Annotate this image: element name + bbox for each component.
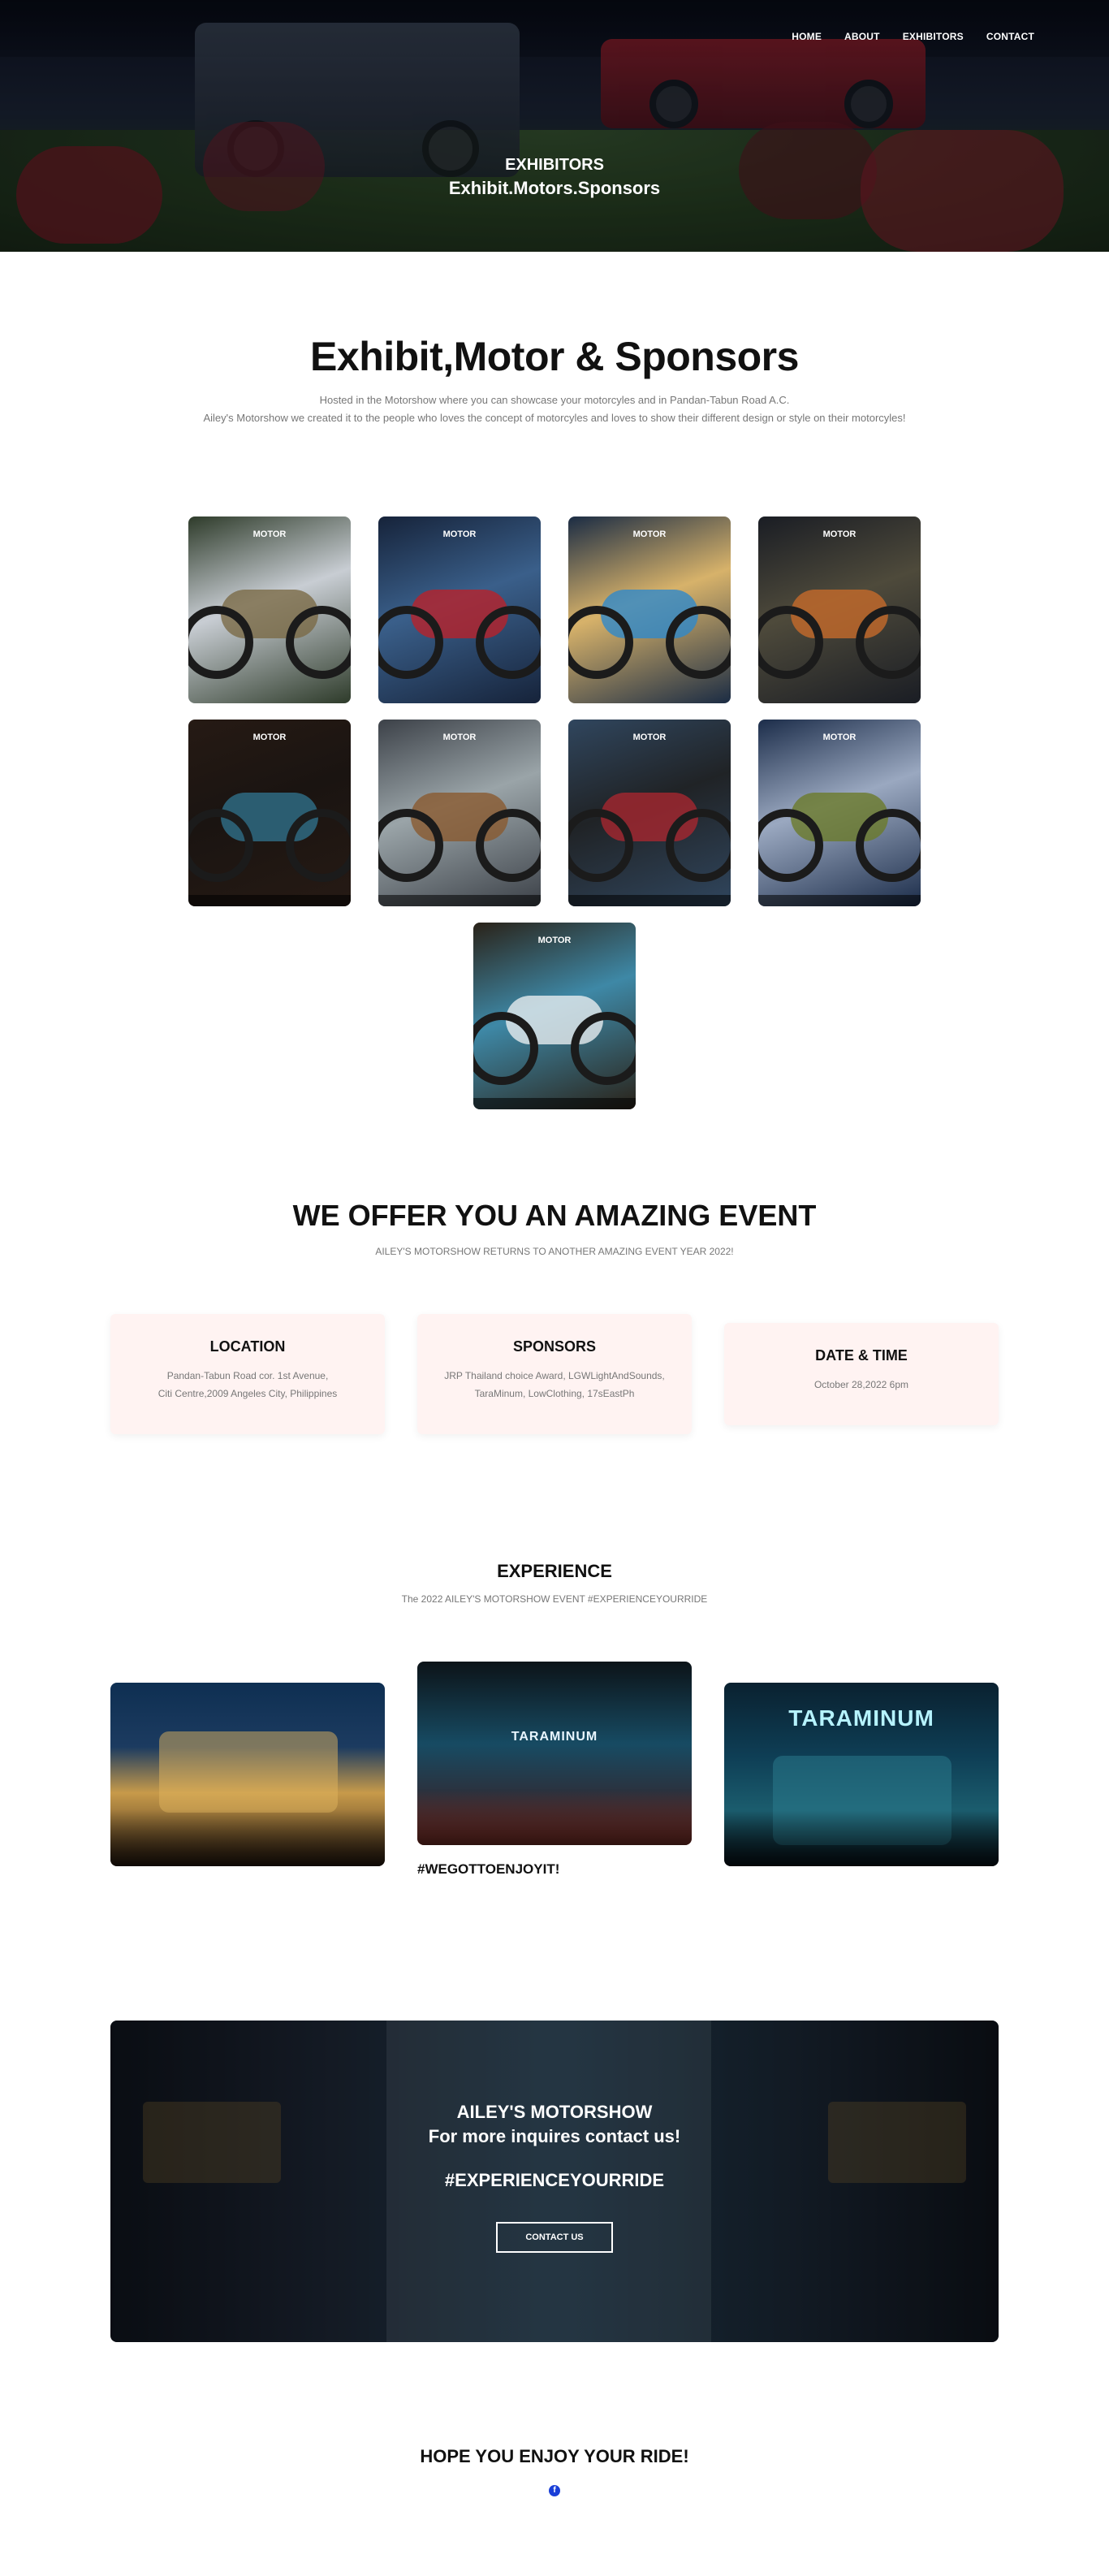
experience-heading: EXPERIENCE [497,1561,612,1581]
wheel-icon [473,1012,538,1085]
sponsors-text: JRP Thailand choice Award, LGWLightAndSo… [417,1367,692,1403]
wheel-icon [378,809,443,882]
experience-item [110,1662,385,1866]
motor-card-label: MOTOR [632,733,667,742]
experience-photo[interactable] [110,1683,385,1866]
sponsor-strip [758,895,921,906]
wheel-icon [666,606,731,679]
experience-photo[interactable]: TARAMINUM [417,1662,692,1845]
offer-heading: WE OFFER YOU AN AMAZING EVENT [292,1199,817,1232]
banner-text: AILEY'S MOTORSHOW For more inquires cont… [110,2102,999,2253]
main-nav: HOME ABOUT EXHIBITORS CONTACT [792,31,1034,42]
date-time-title: DATE & TIME [815,1347,908,1364]
motor-card-label: MOTOR [822,529,857,539]
location-box: LOCATION Pandan-Tabun Road cor. 1st Aven… [110,1314,385,1434]
nav-contact[interactable]: CONTACT [986,31,1034,42]
sponsors-box: SPONSORS JRP Thailand choice Award, LGWL… [417,1314,692,1434]
motor-card-label: MOTOR [252,733,287,742]
motor-gallery: MOTOR MOTOR MOTOR MOTOR MOTOR MOTOR MOTOR MOTOR… [187,516,922,1109]
intro-line-1: Hosted in the Motorshow where you can sh… [319,394,790,406]
sponsor-strip [473,1098,636,1109]
nav-home[interactable]: HOME [792,31,822,42]
experience-item: TARAMINUM [724,1662,999,1866]
banner-hashtag: #EXPERIENCEYOURRIDE [444,2170,665,2190]
sponsor-strip [568,895,731,906]
wheel-icon [568,606,633,679]
crowd-shade [417,1788,692,1845]
motor-card-label: MOTOR [442,529,477,539]
wheel-icon [476,606,541,679]
motor-card[interactable]: MOTOR [758,516,921,703]
motor-card-label: MOTOR [537,936,572,945]
date-time-box: DATE & TIME October 28,2022 6pm [724,1323,999,1425]
sponsors-title: SPONSORS [512,1338,597,1355]
sponsor-strip [378,895,541,906]
intro-line-2: Ailey's Motorshow we created it to the p… [203,412,906,424]
wheel-icon [571,1012,636,1085]
wheel-icon [666,809,731,882]
motor-card-label: MOTOR [822,733,857,742]
sponsors-line-2: TaraMinum, LowClothing, 17sEastPh [474,1388,635,1399]
motor-card[interactable]: MOTOR [473,923,636,1109]
experience-section: EXPERIENCE The 2022 AILEY'S MOTORSHOW EV… [0,1561,1109,1878]
info-boxes: LOCATION Pandan-Tabun Road cor. 1st Aven… [110,1314,999,1434]
motor-card[interactable]: MOTOR [378,720,541,906]
footer-heading: HOPE YOU ENJOY YOUR RIDE! [420,2446,689,2466]
experience-item: TARAMINUM #WEGOTTOENJOYIT! [417,1662,692,1878]
footer: HOPE YOU ENJOY YOUR RIDE! f [0,2446,1109,2576]
banner-title: AILEY'S MOTORSHOW [456,2102,653,2122]
wheel-icon [286,606,351,679]
sponsor-strip [188,895,351,906]
banner-subtitle: For more inquires contact us! [428,2126,681,2146]
location-title: LOCATION [209,1338,286,1355]
offer-section: WE OFFER YOU AN AMAZING EVENT AILEY'S MO… [0,1199,1109,1434]
contact-banner: AILEY'S MOTORSHOW For more inquires cont… [110,2021,999,2342]
taraminum-sign: TARAMINUM [788,1705,934,1731]
motor-card[interactable]: MOTOR [568,720,731,906]
wheel-icon [568,809,633,882]
offer-subheading: AILEY'S MOTORSHOW RETURNS TO ANOTHER AMA… [375,1246,734,1257]
motor-card[interactable]: MOTOR [758,720,921,906]
hero-subtitle: Exhibit.Motors.Sponsors [448,178,661,198]
date-time-text: October 28,2022 6pm [813,1379,909,1390]
wheel-icon [476,809,541,882]
nav-exhibitors[interactable]: EXHIBITORS [903,31,964,42]
wheel-icon [856,809,921,882]
motor-card-label: MOTOR [252,529,287,539]
motor-card-label: MOTOR [442,733,477,742]
hero-text: EXHIBITORS Exhibit.Motors.Sponsors [0,156,1109,199]
experience-caption: #WEGOTTOENJOYIT! [417,1861,560,1877]
motor-card[interactable]: MOTOR [188,516,351,703]
intro-heading: Exhibit,Motor & Sponsors [310,334,799,379]
wheel-icon [856,606,921,679]
contact-us-button[interactable]: CONTACT US [496,2222,613,2253]
facebook-icon[interactable]: f [549,2485,560,2496]
hero-banner: HOME ABOUT EXHIBITORS CONTACT EXHIBITORS… [0,0,1109,252]
wheel-icon [188,606,253,679]
experience-photo[interactable]: TARAMINUM [724,1683,999,1866]
location-line-1: Pandan-Tabun Road cor. 1st Avenue, [166,1370,329,1381]
experience-subheading: The 2022 AILEY'S MOTORSHOW EVENT #EXPERI… [401,1593,708,1605]
wheel-icon [758,809,823,882]
motor-card[interactable]: MOTOR [568,516,731,703]
wheel-icon [286,809,351,882]
motor-card[interactable]: MOTOR [188,720,351,906]
nav-about[interactable]: ABOUT [844,31,880,42]
sponsors-line-1: JRP Thailand choice Award, LGWLightAndSo… [444,1370,665,1381]
location-text: Pandan-Tabun Road cor. 1st Avenue, Citi … [110,1367,385,1403]
intro-section: Exhibit,Motor & Sponsors Hosted in the M… [0,333,1109,427]
taraminum-sign: TARAMINUM [511,1730,598,1744]
motor-card-label: MOTOR [632,529,667,539]
hero-title: EXHIBITORS [505,156,604,174]
wheel-icon [188,809,253,882]
motor-card[interactable]: MOTOR [378,516,541,703]
stage-light [159,1731,338,1813]
experience-photos: TARAMINUM #WEGOTTOENJOYIT! TARAMINUM [110,1662,999,1878]
crowd-shade [110,1809,385,1866]
crowd-shade [724,1809,999,1866]
location-line-2: Citi Centre,2009 Angeles City, Philippin… [158,1388,338,1399]
wheel-icon [378,606,443,679]
wheel-icon [758,606,823,679]
intro-text: Hosted in the Motorshow where you can sh… [0,391,1109,427]
